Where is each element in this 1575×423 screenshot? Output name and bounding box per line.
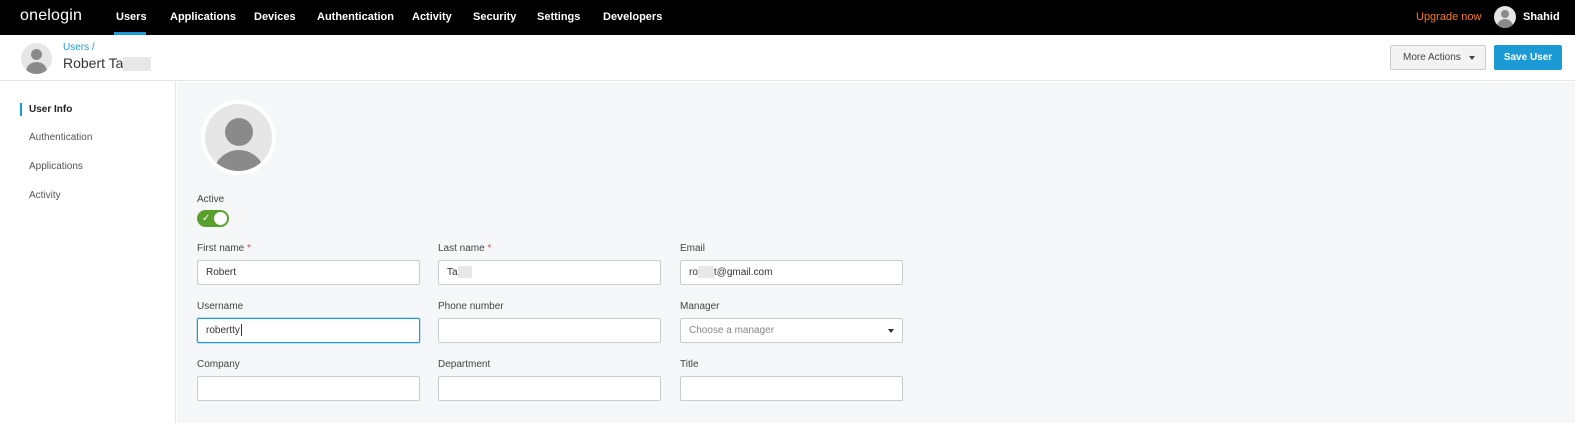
user-avatar-icon	[21, 43, 52, 74]
last-name-label-text: Last name	[438, 243, 485, 254]
upgrade-now-link[interactable]: Upgrade now	[1416, 11, 1481, 23]
first-name-label-text: First name	[197, 243, 245, 254]
user-sidebar: User Info Authentication Applications Ac…	[0, 82, 176, 423]
text-cursor	[240, 324, 242, 337]
nav-security[interactable]: Security	[473, 11, 516, 23]
phone-number-field[interactable]	[438, 318, 661, 343]
breadcrumb-users-link[interactable]: Users	[63, 42, 89, 53]
sidebar-item-user-info[interactable]: User Info	[29, 104, 72, 115]
page-title-text: Robert Ta	[63, 55, 124, 71]
redacted-block	[697, 266, 714, 279]
save-user-button[interactable]: Save User	[1494, 45, 1562, 70]
breadcrumb: Users /	[63, 42, 95, 53]
page-title: Robert Ta	[63, 55, 152, 72]
active-toggle[interactable]: ✓	[197, 210, 229, 227]
username-label: Username	[197, 301, 244, 312]
active-label: Active	[197, 194, 225, 205]
nav-applications[interactable]: Applications	[170, 11, 236, 23]
nav-activity[interactable]: Activity	[412, 11, 452, 23]
company-label: Company	[197, 359, 240, 370]
more-actions-button[interactable]: More Actions	[1390, 45, 1486, 70]
profile-photo[interactable]	[201, 100, 276, 175]
sidebar-active-indicator	[20, 103, 22, 116]
company-field[interactable]	[197, 376, 420, 401]
nav-authentication[interactable]: Authentication	[317, 11, 394, 23]
department-field[interactable]	[438, 376, 661, 401]
chevron-down-icon	[888, 329, 894, 333]
first-name-label: First name *	[197, 243, 251, 254]
required-marker: *	[247, 243, 251, 254]
nav-devices[interactable]: Devices	[254, 11, 296, 23]
username-value: robertty	[206, 325, 240, 336]
redacted-block	[457, 266, 472, 279]
email-field[interactable]: ro t@gmail.com	[680, 260, 903, 285]
check-icon: ✓	[202, 213, 211, 224]
redacted-block	[123, 57, 152, 72]
toggle-knob	[214, 212, 227, 225]
user-avatar-icon[interactable]	[1494, 6, 1516, 28]
required-marker: *	[487, 243, 492, 254]
onelogin-logo[interactable]: onelogin	[20, 7, 82, 25]
page-header: Users / Robert Ta More Actions Save User	[0, 35, 1575, 81]
user-avatar-icon	[205, 104, 272, 171]
email-label: Email	[680, 243, 706, 254]
manager-placeholder: Choose a manager	[689, 325, 775, 336]
sidebar-item-authentication[interactable]: Authentication	[29, 132, 92, 143]
top-nav: onelogin Users Applications Devices Auth…	[0, 0, 1575, 35]
department-label: Department	[438, 359, 491, 370]
user-menu-name[interactable]: Shahid	[1523, 11, 1560, 23]
manager-select[interactable]: Choose a manager	[680, 318, 903, 343]
breadcrumb-separator: /	[91, 42, 95, 53]
nav-users[interactable]: Users	[116, 11, 147, 23]
more-actions-label: More Actions	[1403, 52, 1461, 63]
nav-developers[interactable]: Developers	[603, 11, 662, 23]
title-label: Title	[680, 359, 699, 370]
last-name-field[interactable]: Ta	[438, 260, 661, 285]
username-field[interactable]: robertty	[197, 318, 420, 343]
email-value-suffix: t@gmail.com	[713, 267, 773, 278]
user-info-panel: Active ✓ First name * Robert Last name *…	[177, 82, 1575, 423]
nav-settings[interactable]: Settings	[537, 11, 580, 23]
first-name-value: Robert	[206, 267, 237, 278]
email-value-prefix: ro	[689, 267, 698, 278]
manager-label: Manager	[680, 301, 720, 312]
sidebar-item-applications[interactable]: Applications	[29, 161, 83, 172]
last-name-value: Ta	[447, 267, 458, 278]
phone-number-label: Phone number	[438, 301, 504, 312]
chevron-down-icon	[1469, 56, 1475, 60]
first-name-field[interactable]: Robert	[197, 260, 420, 285]
sidebar-item-activity[interactable]: Activity	[29, 190, 61, 201]
title-field[interactable]	[680, 376, 903, 401]
last-name-label: Last name *	[438, 243, 491, 254]
